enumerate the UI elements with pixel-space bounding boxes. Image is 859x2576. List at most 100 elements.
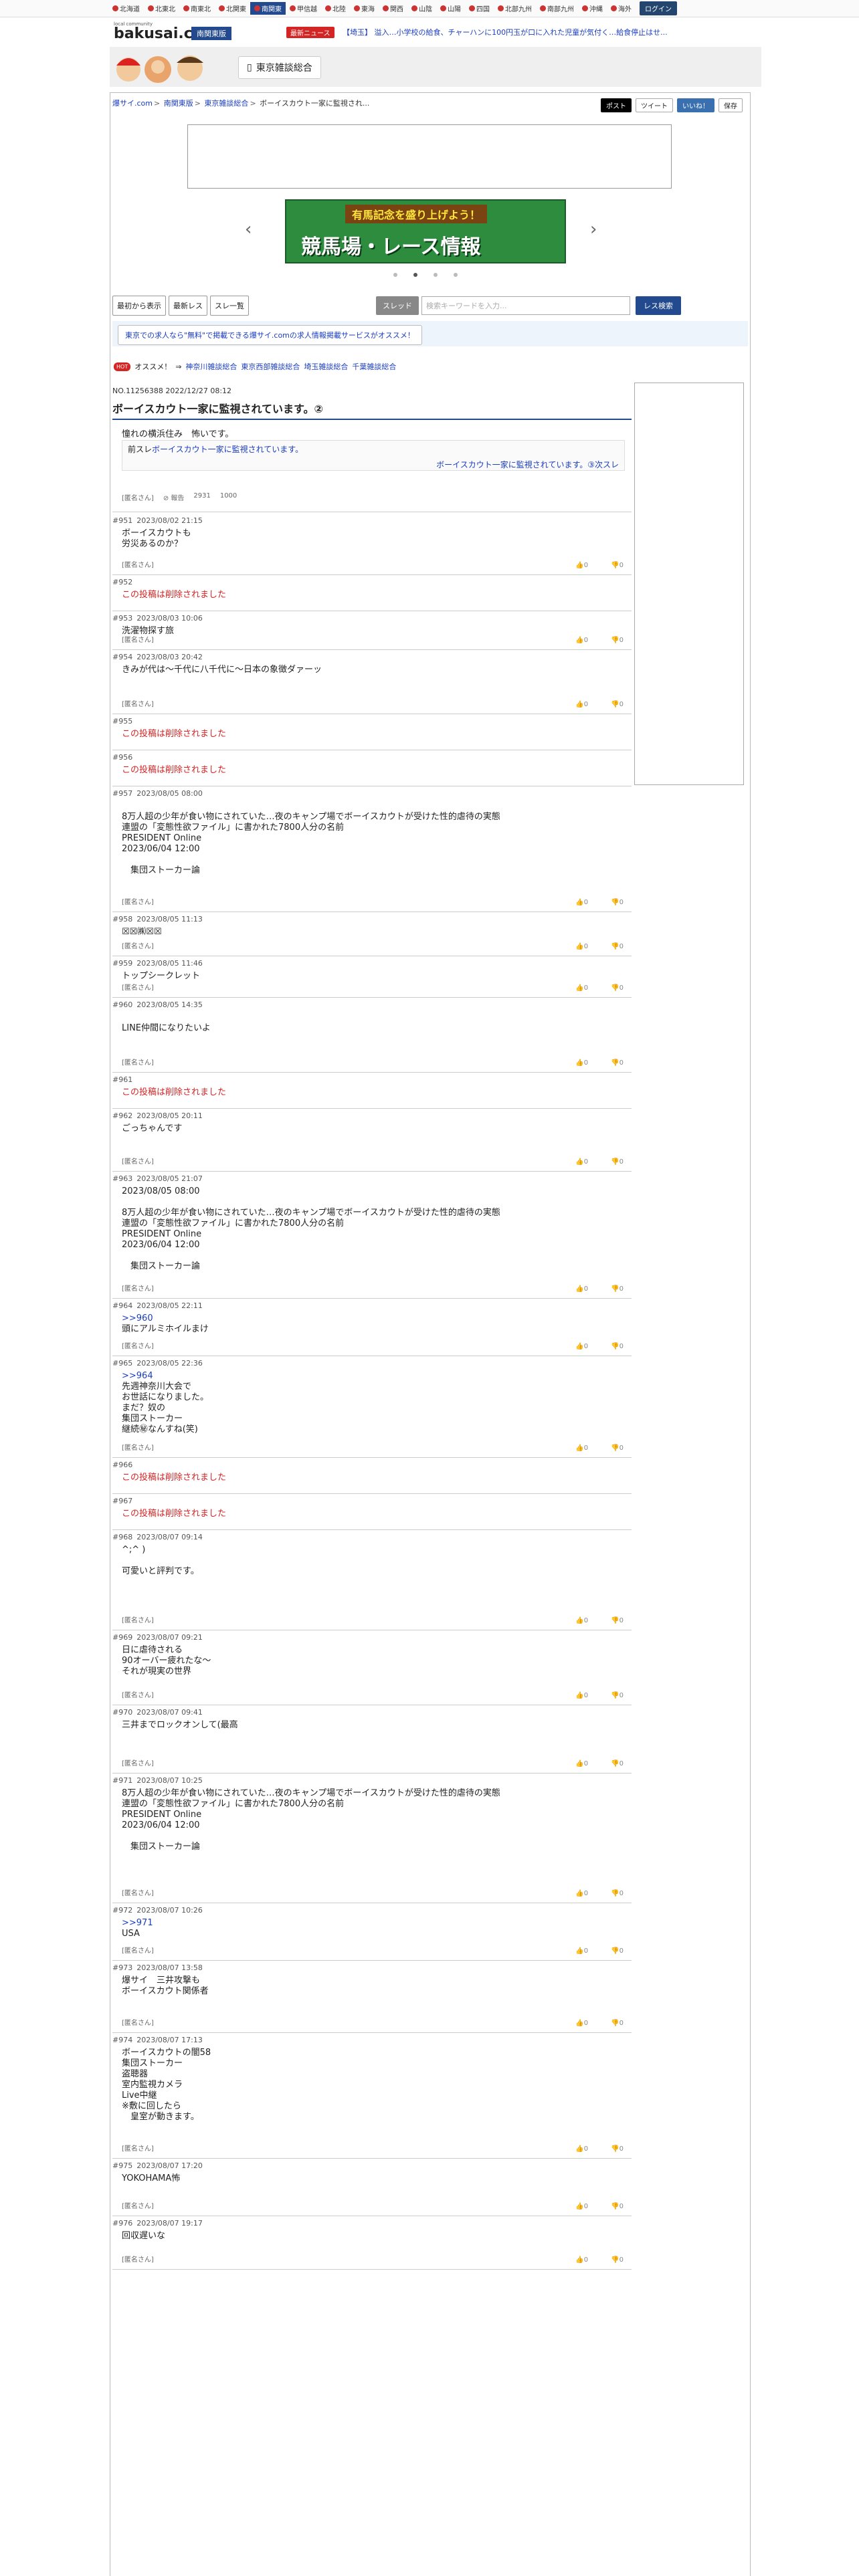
vote-up-button[interactable]: 👍0 — [575, 984, 588, 992]
reply-anchor-link[interactable]: >>960 — [122, 1313, 617, 1324]
vote-up-button[interactable]: 👍0 — [575, 2020, 588, 2027]
region-link[interactable]: 東海 — [350, 2, 379, 15]
vote-down-button[interactable]: 👎0 — [611, 1444, 624, 1452]
save-button[interactable]: 保存 — [719, 98, 743, 112]
vote-up-button[interactable]: 👍0 — [575, 2256, 588, 2264]
like-button[interactable]: いいね！ — [677, 98, 714, 112]
vote-down-button[interactable]: 👎0 — [611, 2020, 624, 2027]
vote-up-button[interactable]: 👍0 — [575, 2145, 588, 2153]
post-number[interactable]: #972 — [112, 1906, 132, 1915]
vote-down-button[interactable]: 👎0 — [611, 984, 624, 992]
vote-down-button[interactable]: 👎0 — [611, 1617, 624, 1624]
region-link[interactable]: 関西 — [379, 2, 407, 15]
vote-down-button[interactable]: 👎0 — [611, 1760, 624, 1767]
prev-thread-link[interactable]: ボーイスカウト一家に監視されています。 — [152, 445, 303, 454]
vote-up-button[interactable]: 👍0 — [575, 1692, 588, 1699]
carousel-dot[interactable] — [413, 273, 417, 277]
post-number[interactable]: #971 — [112, 1776, 132, 1785]
post-number[interactable]: #956 — [112, 753, 132, 762]
search-input[interactable]: 検索キーワードを入力... — [421, 296, 630, 315]
vote-up-button[interactable]: 👍0 — [575, 637, 588, 644]
vote-up-button[interactable]: 👍0 — [575, 1947, 588, 1955]
region-link[interactable]: 南関東 — [250, 2, 286, 15]
post-number[interactable]: #953 — [112, 614, 132, 623]
post-number[interactable]: #966 — [112, 1461, 132, 1469]
post-number[interactable]: #952 — [112, 578, 132, 586]
post-number[interactable]: #957 — [112, 789, 132, 798]
post-number[interactable]: #959 — [112, 959, 132, 968]
post-number[interactable]: #974 — [112, 2036, 132, 2044]
from-start-button[interactable]: 最初から表示 — [112, 296, 166, 316]
search-button[interactable]: レス検索 — [636, 296, 681, 315]
latest-button[interactable]: 最新レス — [169, 296, 207, 316]
vote-down-button[interactable]: 👎0 — [611, 2145, 624, 2153]
reply-anchor-link[interactable]: >>964 — [122, 1371, 617, 1382]
vote-up-button[interactable]: 👍0 — [575, 1890, 588, 1897]
board-link[interactable]: 埼玉雑談総合 — [304, 361, 348, 372]
vote-down-button[interactable]: 👎0 — [611, 1158, 624, 1166]
post-number[interactable]: #969 — [112, 1633, 132, 1642]
post-number[interactable]: #970 — [112, 1708, 132, 1717]
carousel-prev-icon[interactable]: ‹ — [245, 219, 252, 239]
vote-down-button[interactable]: 👎0 — [611, 1692, 624, 1699]
vote-down-button[interactable]: 👎0 — [611, 701, 624, 708]
login-button[interactable]: ログイン — [640, 1, 677, 15]
vote-up-button[interactable]: 👍0 — [575, 1343, 588, 1350]
vote-down-button[interactable]: 👎0 — [611, 1059, 624, 1067]
vote-up-button[interactable]: 👍0 — [575, 2203, 588, 2210]
site-logo[interactable]: local community bakusai.com — [114, 21, 218, 41]
vote-up-button[interactable]: 👍0 — [575, 1285, 588, 1293]
sidebar-ad[interactable] — [634, 383, 744, 785]
vote-up-button[interactable]: 👍0 — [575, 701, 588, 708]
region-link[interactable]: 北部九州 — [494, 2, 536, 15]
vote-down-button[interactable]: 👎0 — [611, 2256, 624, 2264]
vote-down-button[interactable]: 👎0 — [611, 637, 624, 644]
region-link[interactable]: 北陸 — [321, 2, 350, 15]
post-number[interactable]: #958 — [112, 915, 132, 924]
vote-down-button[interactable]: 👎0 — [611, 1285, 624, 1293]
vote-up-button[interactable]: 👍0 — [575, 1444, 588, 1452]
region-link[interactable]: 山陽 — [436, 2, 465, 15]
post-number[interactable]: #961 — [112, 1075, 132, 1084]
vote-up-button[interactable]: 👍0 — [575, 1059, 588, 1067]
ad-banner[interactable] — [187, 124, 672, 189]
post-number[interactable]: #954 — [112, 653, 132, 661]
next-thread-link[interactable]: ボーイスカウト一家に監視されています。③次スレ — [436, 460, 619, 469]
vote-up-button[interactable]: 👍0 — [575, 1158, 588, 1166]
thread-list-button[interactable]: スレ一覧 — [210, 296, 249, 316]
breadcrumb-region[interactable]: 南関東版 — [164, 99, 193, 108]
post-number[interactable]: #967 — [112, 1497, 132, 1505]
region-link[interactable]: 北関東 — [215, 2, 250, 15]
region-link[interactable]: 山陰 — [407, 2, 436, 15]
carousel-dot[interactable] — [393, 273, 397, 277]
post-number[interactable]: #976 — [112, 2219, 132, 2228]
carousel-dot[interactable] — [434, 273, 438, 277]
region-link[interactable]: 四国 — [465, 2, 494, 15]
carousel-next-icon[interactable]: › — [590, 219, 597, 239]
tweet-button[interactable]: ツイート — [636, 98, 673, 112]
region-link[interactable]: 北東北 — [144, 2, 179, 15]
search-scope-select[interactable]: スレッド — [376, 296, 419, 315]
region-badge[interactable]: 南関東版 — [191, 27, 231, 40]
category-button[interactable]: ▯ 東京雑談総合 — [238, 56, 321, 79]
board-link[interactable]: 東京西部雑談総合 — [241, 361, 300, 372]
vote-down-button[interactable]: 👎0 — [611, 1890, 624, 1897]
vote-up-button[interactable]: 👍0 — [575, 1617, 588, 1624]
vote-down-button[interactable]: 👎0 — [611, 2203, 624, 2210]
breadcrumb-home[interactable]: 爆サイ.com — [112, 99, 153, 108]
vote-down-button[interactable]: 👎0 — [611, 562, 624, 569]
news-ticker[interactable]: 【埼玉】 溢入…小学校の給食、チャーハンに100円玉が口に入れた児童が気付く…給… — [343, 27, 717, 37]
region-link[interactable]: 甲信越 — [286, 2, 321, 15]
vote-up-button[interactable]: 👍0 — [575, 1760, 588, 1767]
region-link[interactable]: 沖縄 — [578, 2, 607, 15]
region-link[interactable]: 北海道 — [108, 2, 144, 15]
region-link[interactable]: 海外 — [607, 2, 636, 15]
board-link[interactable]: 神奈川雑談総合 — [185, 361, 237, 372]
post-number[interactable]: #955 — [112, 717, 132, 726]
post-number[interactable]: #962 — [112, 1111, 132, 1120]
post-number[interactable]: #973 — [112, 1963, 132, 1972]
vote-down-button[interactable]: 👎0 — [611, 1343, 624, 1350]
vote-up-button[interactable]: 👍0 — [575, 899, 588, 906]
vote-up-button[interactable]: 👍0 — [575, 562, 588, 569]
vote-up-button[interactable]: 👍0 — [575, 943, 588, 950]
